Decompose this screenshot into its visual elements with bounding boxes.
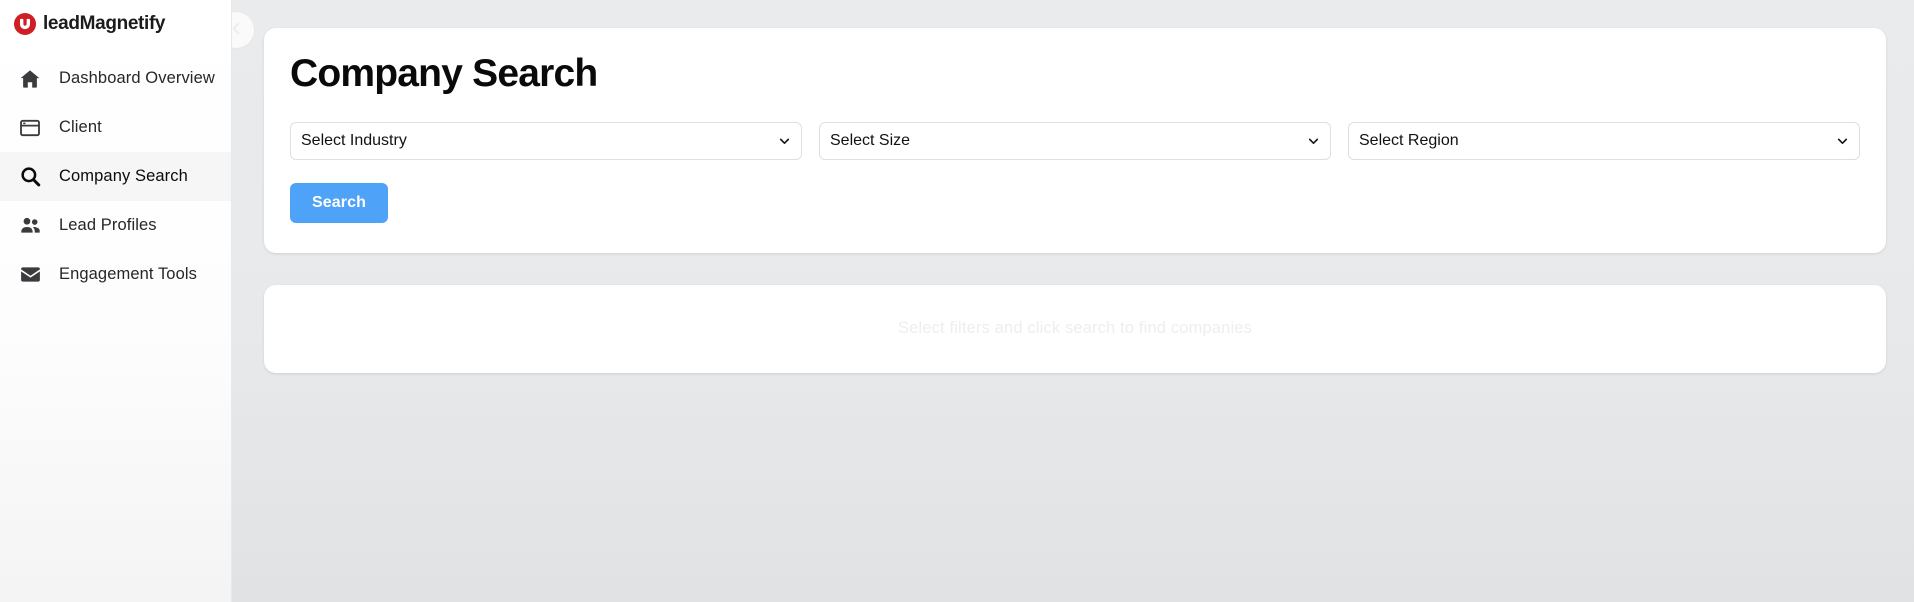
sidebar-collapse-button[interactable] (232, 12, 254, 48)
industry-select[interactable]: Select Industry (290, 121, 802, 160)
envelope-icon (17, 262, 43, 288)
main-content: Company Search Select Industry Select Si… (232, 0, 1914, 602)
sidebar-item-label: Company Search (59, 167, 188, 185)
search-icon (17, 164, 43, 190)
sidebar-item-label: Engagement Tools (59, 265, 197, 283)
sidebar-item-company-search[interactable]: Company Search (0, 152, 231, 201)
region-select[interactable]: Select Region (1348, 121, 1860, 160)
sidebar-item-dashboard-overview[interactable]: Dashboard Overview (0, 54, 231, 103)
page-title: Company Search (290, 52, 598, 95)
sidebar-item-lead-profiles[interactable]: Lead Profiles (0, 201, 231, 250)
home-icon (17, 66, 43, 92)
industry-filter: Select Industry (290, 121, 802, 160)
brand[interactable]: leadMagnetify (0, 0, 231, 48)
sidebar: leadMagnetify Dashboard Overview Client … (0, 0, 232, 602)
search-panel: Company Search Select Industry Select Si… (264, 28, 1886, 253)
region-filter: Select Region (1348, 121, 1860, 160)
sidebar-nav: Dashboard Overview Client Company Search… (0, 54, 231, 299)
sidebar-item-label: Lead Profiles (59, 216, 157, 234)
sidebar-item-engagement-tools[interactable]: Engagement Tools (0, 250, 231, 299)
people-icon (17, 213, 43, 239)
sidebar-item-label: Client (59, 118, 102, 136)
search-button[interactable]: Search (290, 182, 388, 223)
sidebar-item-client[interactable]: Client (0, 103, 231, 152)
sidebar-item-label: Dashboard Overview (59, 69, 215, 87)
filter-row: Select Industry Select Size Select Regio… (290, 121, 1860, 160)
browser-window-icon (17, 115, 43, 141)
brand-name: leadMagnetify (43, 13, 166, 34)
chevron-left-icon (232, 21, 244, 39)
app-root: leadMagnetify Dashboard Overview Client … (0, 0, 1914, 602)
magnet-circle-icon (14, 13, 36, 35)
size-select[interactable]: Select Size (819, 121, 1331, 160)
size-filter: Select Size (819, 121, 1331, 160)
results-empty-message: Select filters and click search to find … (897, 319, 1252, 338)
results-panel: Select filters and click search to find … (264, 284, 1886, 373)
